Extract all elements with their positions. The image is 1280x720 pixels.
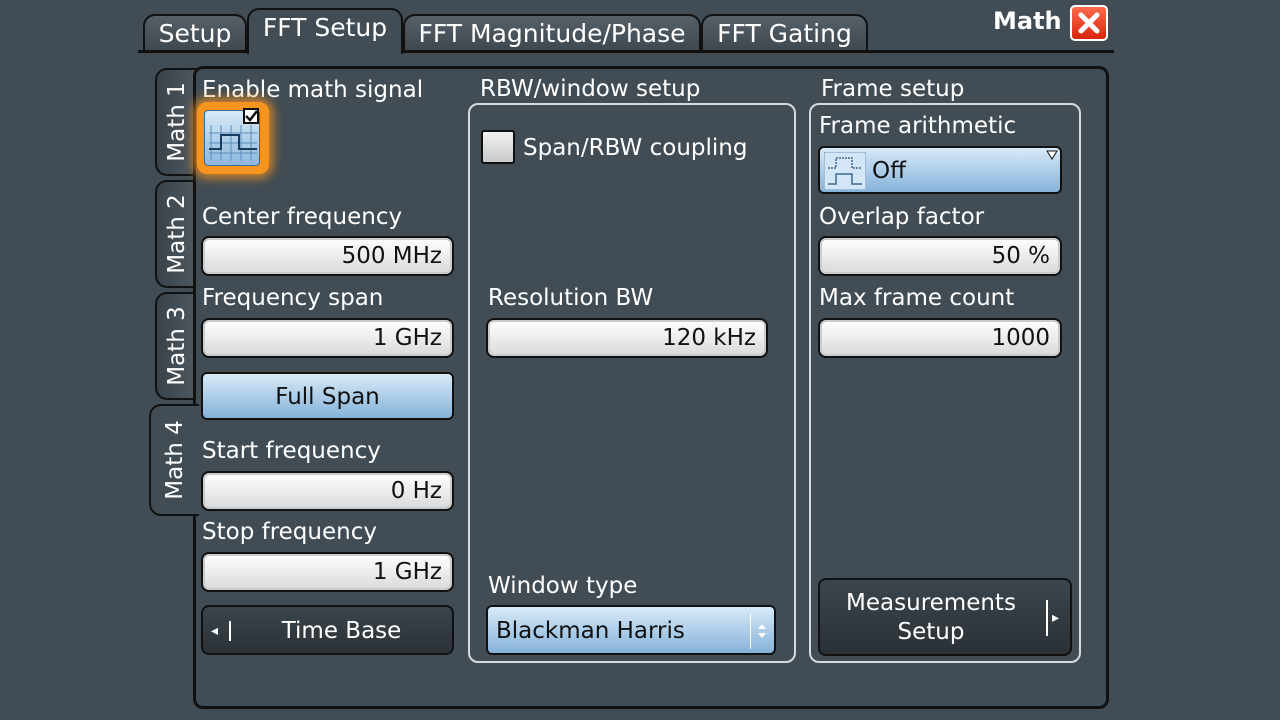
enable-math-signal-toggle[interactable]	[197, 102, 269, 174]
overlap-factor-field[interactable]: 50 %	[818, 236, 1062, 276]
window-title: Math	[993, 7, 1062, 35]
measurements-setup-button[interactable]: Measurements Setup ▸	[818, 578, 1072, 656]
arrow-left-icon: ◂	[211, 623, 219, 639]
time-base-button[interactable]: ◂ Time Base	[201, 605, 454, 655]
frame-arithmetic-label: Frame arithmetic	[819, 113, 1017, 139]
arrow-right-icon: ▸	[1052, 610, 1060, 626]
max-frame-count-label: Max frame count	[819, 285, 1015, 311]
resolution-bw-field[interactable]: 120 kHz	[486, 318, 768, 358]
max-frame-count-field[interactable]: 1000	[818, 318, 1062, 358]
time-base-separator	[229, 621, 231, 641]
full-span-label: Full Span	[275, 384, 380, 410]
tab-fft-setup-label: FFT Setup	[262, 13, 388, 42]
side-tab-math-3[interactable]: Math 3	[155, 292, 197, 400]
overlap-factor-label: Overlap factor	[819, 204, 985, 230]
tab-fft-gating[interactable]: FFT Gating	[701, 14, 868, 52]
enable-math-signal-label: Enable math signal	[202, 77, 424, 103]
frequency-span-field[interactable]: 1 GHz	[201, 318, 454, 358]
frame-arithmetic-icon	[824, 152, 866, 190]
center-frequency-label: Center frequency	[202, 204, 403, 230]
side-tab-math-2-label: Math 2	[164, 194, 190, 274]
measurements-separator	[1046, 600, 1048, 636]
dropdown-triangle-icon	[1046, 150, 1058, 160]
time-base-label: Time Base	[281, 618, 402, 644]
span-rbw-coupling-checkbox[interactable]	[481, 130, 515, 164]
full-span-button[interactable]: Full Span	[201, 372, 454, 420]
tab-fft-magnitude-phase[interactable]: FFT Magnitude/Phase	[403, 14, 701, 52]
resolution-bw-label: Resolution BW	[488, 285, 654, 311]
rbw-window-setup-title: RBW/window setup	[480, 76, 701, 102]
side-tab-math-1-label: Math 1	[164, 82, 190, 162]
frame-arithmetic-select[interactable]: Off	[818, 146, 1062, 194]
start-frequency-label: Start frequency	[202, 438, 381, 464]
frame-arithmetic-value: Off	[872, 158, 906, 184]
measurements-setup-label-2: Setup	[897, 619, 965, 645]
close-button[interactable]	[1070, 5, 1108, 41]
side-tab-math-1[interactable]: Math 1	[155, 68, 197, 176]
window-type-select[interactable]: Blackman Harris	[486, 605, 776, 655]
side-tab-math-4[interactable]: Math 4	[149, 404, 199, 516]
span-rbw-coupling-label: Span/RBW coupling	[523, 135, 748, 161]
stop-frequency-label: Stop frequency	[202, 519, 377, 545]
side-tab-math-3-label: Math 3	[164, 306, 190, 386]
stop-frequency-field[interactable]: 1 GHz	[201, 552, 454, 592]
window-type-label: Window type	[488, 573, 638, 599]
tab-fft-magnitude-phase-label: FFT Magnitude/Phase	[418, 19, 686, 48]
center-frequency-field[interactable]: 500 MHz	[201, 236, 454, 276]
select-separator	[750, 613, 751, 649]
side-tab-math-2[interactable]: Math 2	[155, 180, 197, 288]
tab-setup-label: Setup	[158, 19, 232, 48]
tab-fft-setup[interactable]: FFT Setup	[247, 8, 403, 54]
tab-fft-gating-label: FFT Gating	[717, 19, 852, 48]
frequency-span-label: Frequency span	[202, 285, 384, 311]
close-icon	[1078, 12, 1100, 34]
frame-setup-title: Frame setup	[821, 76, 965, 102]
tab-setup[interactable]: Setup	[143, 14, 247, 52]
measurements-setup-label-1: Measurements	[846, 590, 1016, 616]
side-tab-math-4-label: Math 4	[162, 420, 188, 500]
updown-arrows-icon	[758, 624, 766, 638]
enabled-checkbox-icon	[243, 108, 259, 124]
start-frequency-field[interactable]: 0 Hz	[201, 471, 454, 511]
window-type-value: Blackman Harris	[496, 618, 685, 644]
